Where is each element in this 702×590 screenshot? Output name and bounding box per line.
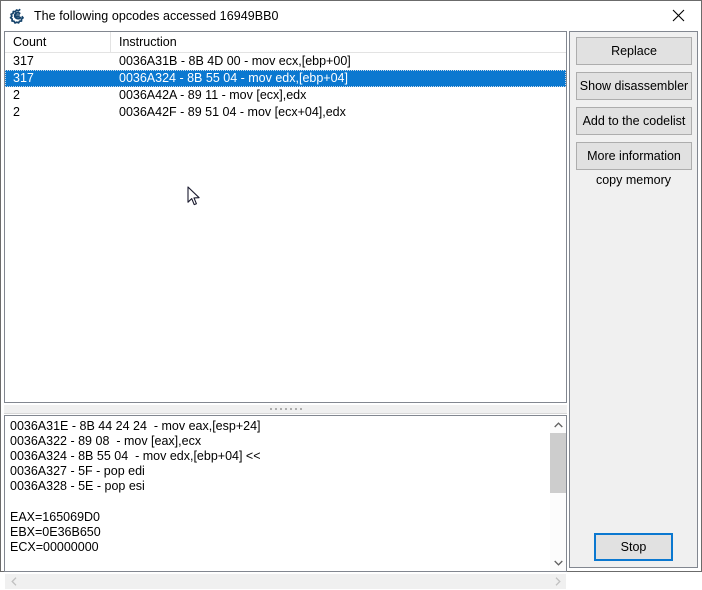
splitter-grip-icon xyxy=(269,408,302,410)
disassembly-line xyxy=(10,494,548,509)
cell-count: 2 xyxy=(13,88,20,102)
column-header-instruction[interactable]: Instruction xyxy=(111,32,566,52)
cell-instruction: 0036A31B - 8B 4D 00 - mov ecx,[ebp+00] xyxy=(119,54,351,68)
close-button[interactable] xyxy=(655,1,701,30)
disassembly-line: 0036A322 - 89 08 - mov [eax],ecx xyxy=(10,434,202,449)
title-bar: The following opcodes accessed 16949BB0 xyxy=(1,1,701,31)
cell-count: 2 xyxy=(13,105,20,119)
opcode-list[interactable]: Count Instruction 317 0036A31B - 8B 4D 00… xyxy=(4,31,567,403)
more-information-button[interactable]: More information xyxy=(576,142,692,170)
action-panel: Replace Show disassembler Add to the cod… xyxy=(569,31,698,568)
chevron-up-icon xyxy=(554,421,563,427)
disassembly-line: 0036A324 - 8B 55 04 - mov edx,[ebp+04] <… xyxy=(10,449,264,464)
copy-memory-label[interactable]: copy memory xyxy=(570,173,697,187)
scroll-down-button[interactable] xyxy=(550,554,566,571)
disassembly-vertical-scrollbar[interactable] xyxy=(549,416,566,571)
window-title: The following opcodes accessed 16949BB0 xyxy=(34,9,279,23)
cell-instruction: 0036A42A - 89 11 - mov [ecx],edx xyxy=(119,88,307,102)
pane-splitter[interactable] xyxy=(4,404,567,414)
disassembly-preview-pane[interactable]: 0036A31E - 8B 44 24 24 - mov eax,[esp+24… xyxy=(4,415,567,572)
left-column: Count Instruction 317 0036A31B - 8B 4D 00… xyxy=(4,31,567,590)
table-row[interactable]: 2 0036A42F - 89 51 04 - mov [ecx+04],edx xyxy=(5,104,566,121)
chevron-right-icon xyxy=(555,577,561,586)
disassembly-line: 0036A328 - 5E - pop esi xyxy=(10,479,145,494)
opcode-accessed-window: The following opcodes accessed 16949BB0 … xyxy=(0,0,702,590)
add-to-codelist-button[interactable]: Add to the codelist xyxy=(576,107,692,135)
disassembly-line: ECX=00000000 xyxy=(10,539,99,554)
show-disassembler-button[interactable]: Show disassembler xyxy=(576,72,692,100)
close-icon xyxy=(672,9,684,22)
window-body: Count Instruction 317 0036A31B - 8B 4D 00… xyxy=(1,31,701,590)
list-rows: 317 0036A31B - 8B 4D 00 - mov ecx,[ebp+00… xyxy=(5,53,566,121)
cell-instruction: 0036A324 - 8B 55 04 - mov edx,[ebp+04] xyxy=(119,71,348,85)
table-row[interactable]: 317 0036A31B - 8B 4D 00 - mov ecx,[ebp+00… xyxy=(5,53,566,70)
scroll-left-button[interactable] xyxy=(5,574,22,589)
replace-button[interactable]: Replace xyxy=(576,37,692,65)
disassembly-text: 0036A31E - 8B 44 24 24 - mov eax,[esp+24… xyxy=(5,416,548,571)
table-row[interactable]: 317 0036A324 - 8B 55 04 - mov edx,[ebp+04… xyxy=(5,70,566,87)
scroll-thumb[interactable] xyxy=(550,433,566,493)
list-header-row: Count Instruction xyxy=(5,32,566,53)
disassembly-line: EBX=0E36B650 xyxy=(10,524,101,539)
stop-button[interactable]: Stop xyxy=(594,533,673,561)
disassembly-line: EAX=165069D0 xyxy=(10,509,101,524)
scroll-right-button[interactable] xyxy=(549,574,566,589)
disassembly-line: 0036A31E - 8B 44 24 24 - mov eax,[esp+24… xyxy=(10,419,261,433)
cell-instruction: 0036A42F - 89 51 04 - mov [ecx+04],edx xyxy=(119,105,346,119)
disassembly-horizontal-scrollbar[interactable] xyxy=(4,573,567,590)
table-row[interactable]: 2 0036A42A - 89 11 - mov [ecx],edx xyxy=(5,87,566,104)
cheat-engine-icon xyxy=(9,8,24,24)
disassembly-line: 0036A327 - 5F - pop edi xyxy=(10,464,145,479)
scroll-up-button[interactable] xyxy=(550,416,566,433)
cell-count: 317 xyxy=(13,54,34,68)
chevron-left-icon xyxy=(10,577,16,586)
column-header-count[interactable]: Count xyxy=(5,32,111,52)
cell-count: 317 xyxy=(13,71,34,85)
chevron-down-icon xyxy=(554,560,563,566)
